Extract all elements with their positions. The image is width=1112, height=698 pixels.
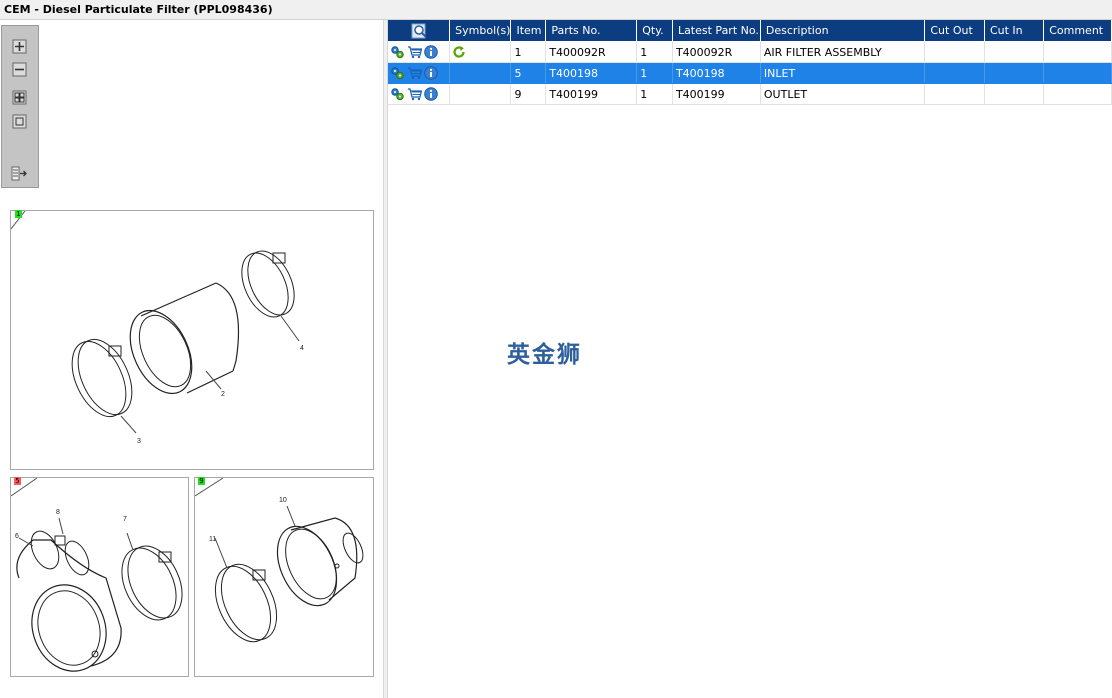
row-latest-part-no-cell[interactable]: T400198 <box>672 62 761 84</box>
view-single-button[interactable] <box>10 112 29 131</box>
illustration-panel-outlet[interactable]: 10 11 <box>194 477 374 677</box>
info-icon[interactable] <box>424 87 438 101</box>
row-parts-no-cell[interactable]: T400199 <box>545 83 638 105</box>
layout-arrow-icon <box>11 166 27 181</box>
illustration-pane[interactable]: 2 3 4 1 6 7 8 5 10 11 9 <box>0 20 383 698</box>
row-parts-no-cell[interactable]: T400198 <box>545 62 638 84</box>
view-toolbar <box>1 25 39 188</box>
pane-splitter[interactable] <box>383 20 388 698</box>
callout-8: 8 <box>56 509 60 516</box>
view-all-button[interactable] <box>10 88 29 107</box>
row-cut-in-cell[interactable] <box>984 83 1045 105</box>
callout-2: 2 <box>221 391 225 398</box>
column-header-cut-out[interactable]: Cut Out <box>924 20 985 42</box>
table-row[interactable]: 9 T400199 1 T400199 OUTLET <box>388 83 1112 105</box>
callout-4: 4 <box>300 345 304 352</box>
row-description-cell[interactable]: INLET <box>760 62 926 84</box>
inlet-drawing: 6 7 8 <box>11 478 183 672</box>
row-item-cell[interactable]: 9 <box>510 83 547 105</box>
watermark: 英金狮 <box>507 342 582 368</box>
table-header-row: Symbol(s) Item Parts No. Qty. Latest Par… <box>388 20 1112 42</box>
plus-icon <box>12 39 27 54</box>
row-item-cell[interactable]: 5 <box>510 62 547 84</box>
column-header-tools[interactable] <box>388 20 451 42</box>
title-bar: CEM - Diesel Particulate Filter (PPL0984… <box>0 0 1112 20</box>
callout-3: 3 <box>137 438 141 445</box>
row-qty-cell[interactable]: 1 <box>636 62 673 84</box>
column-header-comment[interactable]: Comment <box>1043 20 1112 42</box>
window-title: CEM - Diesel Particulate Filter (PPL0984… <box>4 3 273 16</box>
square-icon <box>12 114 27 129</box>
cart-icon[interactable] <box>407 45 422 59</box>
column-header-parts-no[interactable]: Parts No. <box>545 20 638 42</box>
column-header-qty[interactable]: Qty. <box>636 20 673 42</box>
row-item-cell[interactable]: 1 <box>510 41 547 63</box>
column-header-item[interactable]: Item <box>510 20 547 42</box>
row-cut-in-cell[interactable] <box>984 41 1045 63</box>
parts-grid: Symbol(s) Item Parts No. Qty. Latest Par… <box>388 20 1112 105</box>
row-cut-out-cell[interactable] <box>924 62 985 84</box>
row-cut-out-cell[interactable] <box>924 83 985 105</box>
row-cut-out-cell[interactable] <box>924 41 985 63</box>
table-row[interactable]: 5 T400198 1 T400198 INLET <box>388 62 1112 84</box>
table-row[interactable]: 1 T400092R 1 T400092R AIR FILTER ASSEMBLY <box>388 41 1112 63</box>
row-comment-cell[interactable] <box>1043 41 1112 63</box>
callout-6: 6 <box>15 533 19 540</box>
zoom-out-button[interactable] <box>10 60 29 79</box>
layout-button[interactable] <box>10 164 29 183</box>
parts-details-icon[interactable] <box>390 45 405 59</box>
row-tools-cell[interactable] <box>388 62 451 84</box>
row-description-cell[interactable]: OUTLET <box>760 83 926 105</box>
info-icon[interactable] <box>424 45 438 59</box>
assembly-drawing: 2 3 4 <box>11 211 304 445</box>
row-description-cell[interactable]: AIR FILTER ASSEMBLY <box>760 41 926 63</box>
illustration-panel-assembly[interactable]: 2 3 4 <box>10 210 374 470</box>
parts-details-icon[interactable] <box>390 87 405 101</box>
grid-icon <box>12 90 27 105</box>
column-header-latest-part-no[interactable]: Latest Part No. <box>672 20 761 42</box>
row-latest-part-no-cell[interactable]: T400199 <box>672 83 761 105</box>
row-comment-cell[interactable] <box>1043 83 1112 105</box>
row-tools-cell[interactable] <box>388 83 451 105</box>
refresh-icon <box>453 46 465 58</box>
row-symbols-cell[interactable] <box>449 83 512 105</box>
row-symbols-cell[interactable] <box>449 62 512 84</box>
column-header-symbols[interactable]: Symbol(s) <box>449 20 512 42</box>
find-icon <box>411 23 426 38</box>
row-qty-cell[interactable]: 1 <box>636 41 673 63</box>
row-latest-part-no-cell[interactable]: T400092R <box>672 41 761 63</box>
callout-10: 10 <box>279 497 287 504</box>
row-comment-cell[interactable] <box>1043 62 1112 84</box>
callout-11: 11 <box>209 536 216 543</box>
row-cut-in-cell[interactable] <box>984 62 1045 84</box>
row-symbols-cell[interactable] <box>449 41 512 63</box>
cart-icon[interactable] <box>407 87 422 101</box>
row-qty-cell[interactable]: 1 <box>636 83 673 105</box>
column-header-cut-in[interactable]: Cut In <box>984 20 1045 42</box>
cart-icon[interactable] <box>407 66 422 80</box>
row-parts-no-cell[interactable]: T400092R <box>545 41 638 63</box>
zoom-in-button[interactable] <box>10 37 29 56</box>
illustration-badge-1[interactable]: 1 <box>15 210 22 218</box>
info-icon[interactable] <box>424 66 438 80</box>
illustration-badge-9[interactable]: 9 <box>198 477 205 485</box>
illustration-badge-5[interactable]: 5 <box>14 477 21 485</box>
minus-icon <box>12 62 27 77</box>
parts-table: Symbol(s) Item Parts No. Qty. Latest Par… <box>388 20 1112 105</box>
illustration-panel-inlet[interactable]: 6 7 8 <box>10 477 189 677</box>
callout-7: 7 <box>123 516 127 523</box>
parts-details-icon[interactable] <box>390 66 405 80</box>
row-tools-cell[interactable] <box>388 41 451 63</box>
outlet-drawing: 10 11 <box>195 478 364 643</box>
column-header-description[interactable]: Description <box>760 20 926 42</box>
